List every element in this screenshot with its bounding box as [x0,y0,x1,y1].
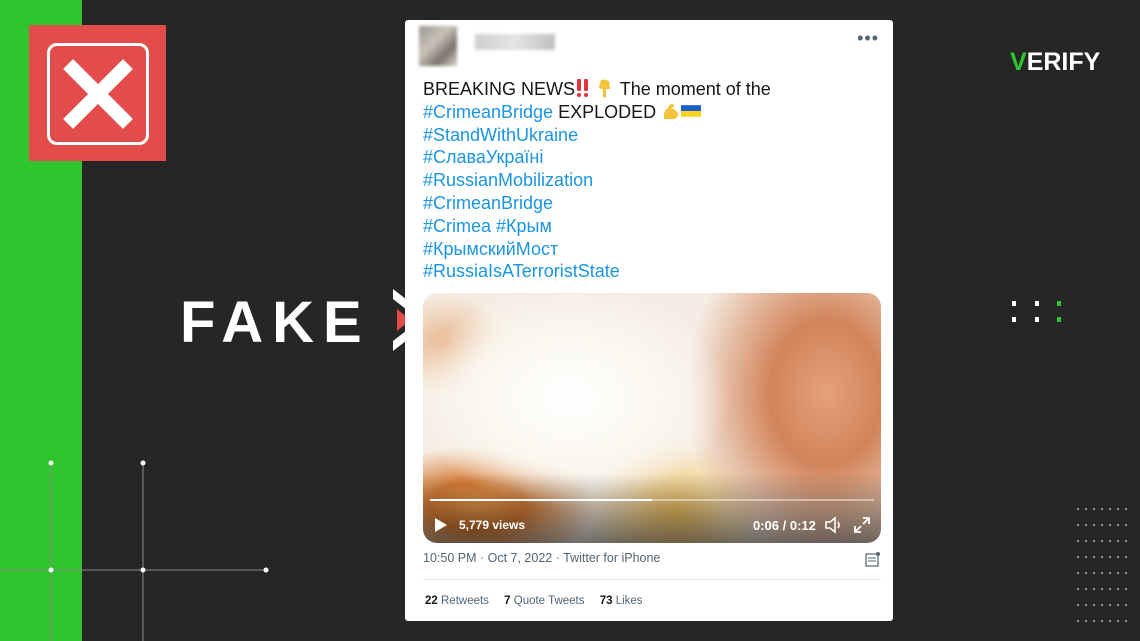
avatar[interactable] [419,26,457,66]
tweet-line: #StandWithUkraine [423,124,883,147]
tweet-line: BREAKING NEWS The moment of the [423,78,883,101]
retweets-count: 22 [425,595,438,607]
divider [423,579,881,580]
tweet-timestamp[interactable]: 10:50 PM · Oct 7, 2022 · Twitter for iPh… [423,551,660,565]
hashtag-link[interactable]: #RussiaIsATerroristState [423,261,620,281]
hashtag-link[interactable]: #Crimea [423,216,491,236]
video-progress-bar[interactable] [430,499,874,501]
decorative-dots [1012,301,1061,322]
double-exclamation-icon [577,79,589,97]
video-views: 5,779 views [459,518,526,532]
false-verdict-badge [29,25,166,161]
tweet-text: BREAKING NEWS The moment of the #Crimean… [423,78,883,283]
flag-ukraine-icon [681,104,702,117]
quote-tweets-count: 7 [504,595,511,607]
video-progress-fill [430,499,652,501]
tweet-line: #RussianMobilization [423,169,883,192]
hashtag-link[interactable]: #КрымскийМост [423,239,558,259]
hashtag-link[interactable]: #СлаваУкраїні [423,147,543,167]
tweet-line: #CrimeanBridge [423,192,883,215]
video-player[interactable]: 5,779 views 0:06 / 0:12 [423,293,881,543]
play-icon[interactable] [434,517,448,533]
tweet-text-segment: EXPLODED [553,101,662,122]
quote-tweets-stat[interactable]: 7 Quote Tweets [504,595,584,607]
hashtag-link[interactable]: #CrimeanBridge [423,102,553,122]
hashtag-link[interactable]: #CrimeanBridge [423,193,553,213]
video-time: 0:06 / 0:12 [753,518,816,533]
tweet-line: #КрымскийМост [423,238,883,261]
pointing-down-icon [599,79,611,98]
tweet-line: #СлаваУкраїні [423,146,883,169]
tweet-stats: 22 Retweets 7 Quote Tweets 73 Likes [425,595,655,607]
verify-logo-text: ERIFY [1026,48,1101,76]
verify-logo-check: V [1010,48,1027,76]
retweets-label: Retweets [441,595,489,607]
hashtag-link[interactable]: #StandWithUkraine [423,125,578,145]
volume-icon[interactable] [824,516,844,534]
tweet-card: ••• BREAKING NEWS The moment of the #Cri… [405,20,893,621]
tweet-line: #Crimea #Крым [423,215,883,238]
hashtag-link[interactable]: #RussianMobilization [423,170,593,190]
fullscreen-icon[interactable] [853,516,871,534]
tweet-text-segment: The moment of the [615,79,771,99]
flexed-biceps-icon [663,103,679,119]
hashtag-link[interactable]: #Крым [496,216,552,236]
likes-label: Likes [615,595,643,607]
close-icon [63,59,133,129]
tweet-text-segment: BREAKING NEWS [423,79,576,99]
more-icon[interactable]: ••• [857,28,879,49]
decorative-grid-lines [0,460,269,641]
verify-logo: VERIFY [1010,48,1100,77]
tweet-line: #CrimeanBridge EXPLODED [423,101,883,124]
tweet-line: #RussiaIsATerroristState [423,260,883,283]
decorative-dot-grid [1077,508,1127,622]
author-name-blurred[interactable] [475,34,555,50]
likes-stat[interactable]: 73 Likes [600,595,643,607]
quote-tweets-label: Quote Tweets [513,595,585,607]
retweets-stat[interactable]: 22 Retweets [425,595,489,607]
likes-count: 73 [599,595,613,607]
analytics-icon[interactable] [865,551,881,567]
verdict-label: FAKE [180,290,371,355]
